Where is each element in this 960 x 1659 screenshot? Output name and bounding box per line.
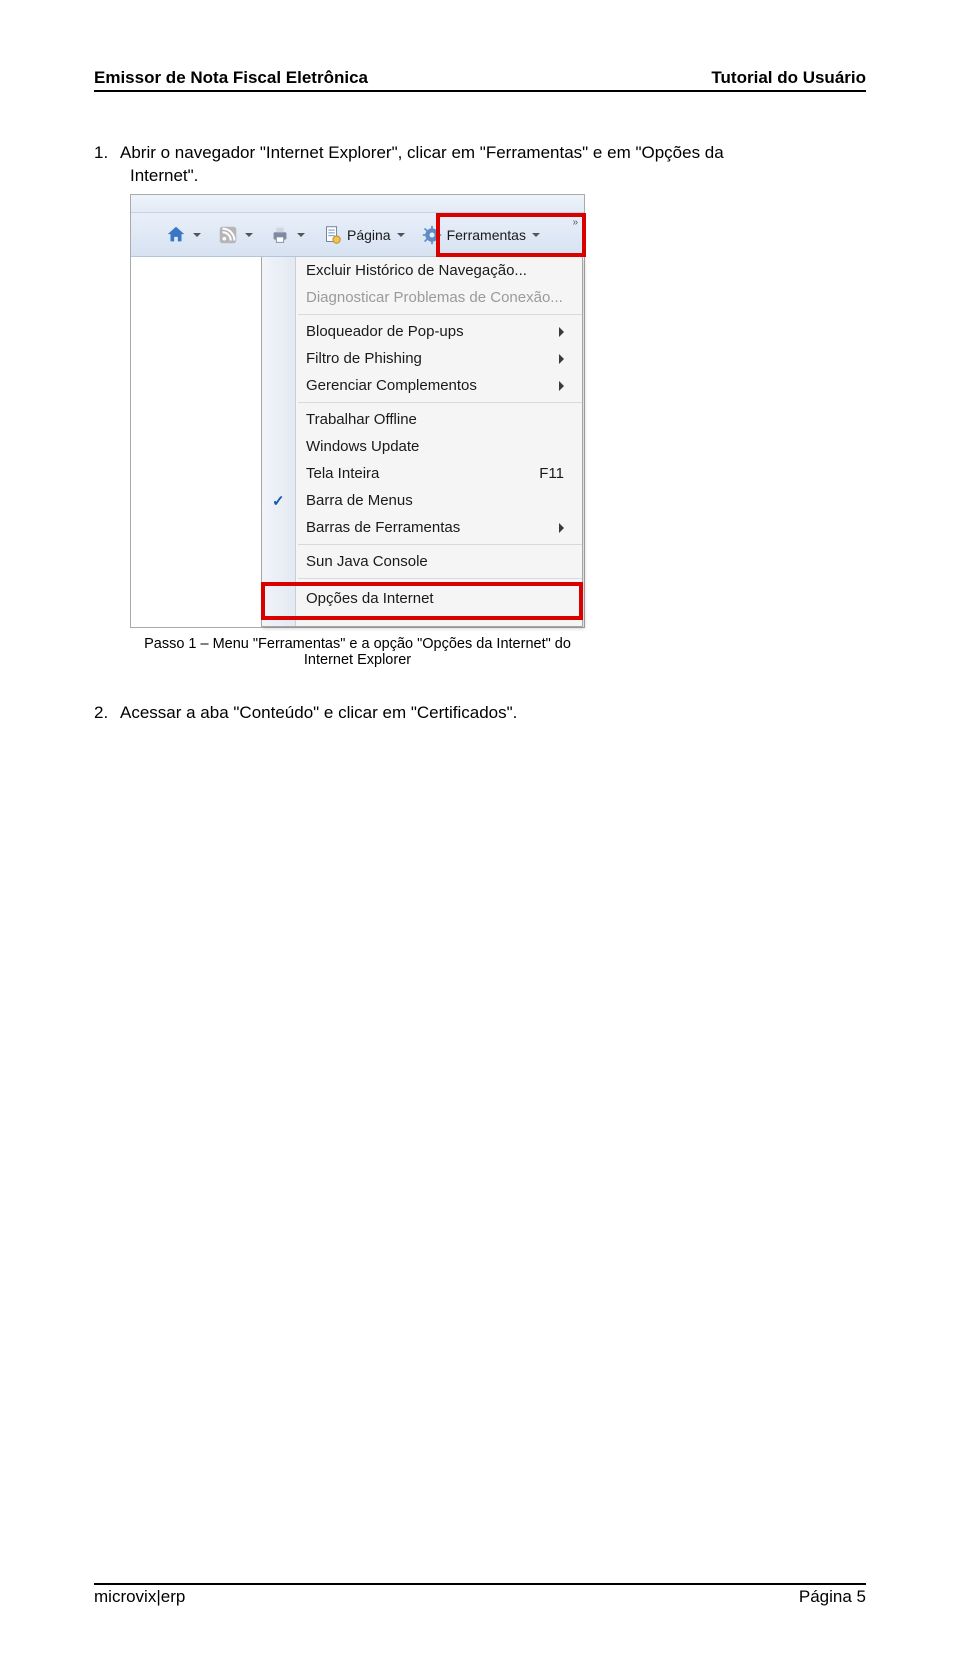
ie-titlebar-strip	[131, 195, 584, 213]
header-title-right: Tutorial do Usuário	[711, 68, 866, 88]
menu-item-diagnose: Diagnosticar Problemas de Conexão...	[262, 284, 582, 311]
menu-item-label: Tela Inteira	[306, 465, 379, 482]
menu-item-label: Barras de Ferramentas	[306, 519, 460, 536]
menu-item-toolbars[interactable]: Barras de Ferramentas	[262, 514, 582, 541]
menu-item-menu-bar[interactable]: ✓ Barra de Menus	[262, 487, 582, 514]
figure-1-caption: Passo 1 – Menu "Ferramentas" e a opção "…	[130, 636, 585, 668]
menu-item-label: Bloqueador de Pop-ups	[306, 323, 464, 340]
feeds-button[interactable]	[211, 220, 259, 250]
step-2-text: Acessar a aba "Conteúdo" e clicar em "Ce…	[120, 700, 866, 726]
step-1-paragraph: 1. Abrir o navegador "Internet Explorer"…	[94, 140, 866, 166]
home-icon	[165, 224, 187, 246]
menu-bottom-pad	[262, 620, 582, 626]
chevron-down-icon	[297, 233, 305, 237]
page-footer: microvix|erp Página 5	[94, 1583, 866, 1607]
menu-item-internet-options[interactable]: Opções da Internet	[262, 582, 582, 612]
submenu-arrow-icon	[559, 354, 564, 364]
menu-item-label: Sun Java Console	[306, 553, 428, 570]
header-underline	[94, 90, 866, 92]
check-icon: ✓	[272, 492, 285, 510]
menu-item-fullscreen[interactable]: Tela Inteira F11	[262, 460, 582, 487]
page-header: Emissor de Nota Fiscal Eletrônica Tutori…	[94, 68, 866, 88]
submenu-arrow-icon	[559, 381, 564, 391]
menu-item-work-offline[interactable]: Trabalhar Offline	[262, 406, 582, 433]
header-title-left: Emissor de Nota Fiscal Eletrônica	[94, 68, 368, 88]
ie-command-bar: »	[131, 213, 584, 257]
menu-separator	[298, 314, 582, 315]
figure-1: »	[130, 194, 585, 668]
menu-item-label: Diagnosticar Problemas de Conexão...	[306, 289, 563, 306]
menu-item-internet-options-wrap: Opções da Internet	[262, 582, 582, 620]
menu-item-label: Windows Update	[306, 438, 419, 455]
menu-item-label: Trabalhar Offline	[306, 411, 417, 428]
step-1-number: 1.	[94, 140, 114, 166]
page-menu-label: Página	[347, 227, 391, 243]
menu-separator	[298, 578, 582, 579]
document-page: Emissor de Nota Fiscal Eletrônica Tutori…	[0, 0, 960, 1659]
step-2-number: 2.	[94, 700, 114, 726]
menu-item-windows-update[interactable]: Windows Update	[262, 433, 582, 460]
menu-item-phishing-filter[interactable]: Filtro de Phishing	[262, 345, 582, 372]
menu-item-label: Barra de Menus	[306, 492, 413, 509]
rss-icon	[217, 224, 239, 246]
menu-item-label: Gerenciar Complementos	[306, 377, 477, 394]
home-button[interactable]	[159, 220, 207, 250]
menu-item-manage-addons[interactable]: Gerenciar Complementos	[262, 372, 582, 399]
menu-separator	[298, 402, 582, 403]
step-2-paragraph: 2. Acessar a aba "Conteúdo" e clicar em …	[94, 700, 866, 726]
step-1-text-line2: Internet".	[130, 166, 866, 186]
print-icon	[269, 224, 291, 246]
ie-window-frame: »	[130, 194, 585, 628]
submenu-arrow-icon	[559, 327, 564, 337]
highlight-box-ferramentas	[436, 213, 586, 257]
chevron-down-icon	[245, 233, 253, 237]
menu-item-label: Excluir Histórico de Navegação...	[306, 262, 527, 279]
menu-item-java-console[interactable]: Sun Java Console	[262, 548, 582, 575]
menu-item-shortcut: F11	[539, 465, 564, 482]
page-menu-button[interactable]: Página	[315, 220, 411, 250]
chevron-down-icon	[193, 233, 201, 237]
footer-left: microvix|erp	[94, 1587, 185, 1607]
step-1-text-line1: Abrir o navegador "Internet Explorer", c…	[120, 140, 866, 166]
menu-item-clear-history[interactable]: Excluir Histórico de Navegação...	[262, 257, 582, 284]
footer-right: Página 5	[799, 1587, 866, 1607]
menu-separator	[298, 544, 582, 545]
page-icon	[321, 224, 343, 246]
footer-line	[94, 1583, 866, 1585]
submenu-arrow-icon	[559, 523, 564, 533]
menu-item-label: Opções da Internet	[306, 590, 434, 607]
menu-item-label: Filtro de Phishing	[306, 350, 422, 367]
footer-row: microvix|erp Página 5	[94, 1587, 866, 1607]
menu-item-popup-blocker[interactable]: Bloqueador de Pop-ups	[262, 318, 582, 345]
print-button[interactable]	[263, 220, 311, 250]
chevron-down-icon	[397, 233, 405, 237]
tools-dropdown-menu: Excluir Histórico de Navegação... Diagno…	[261, 257, 583, 627]
